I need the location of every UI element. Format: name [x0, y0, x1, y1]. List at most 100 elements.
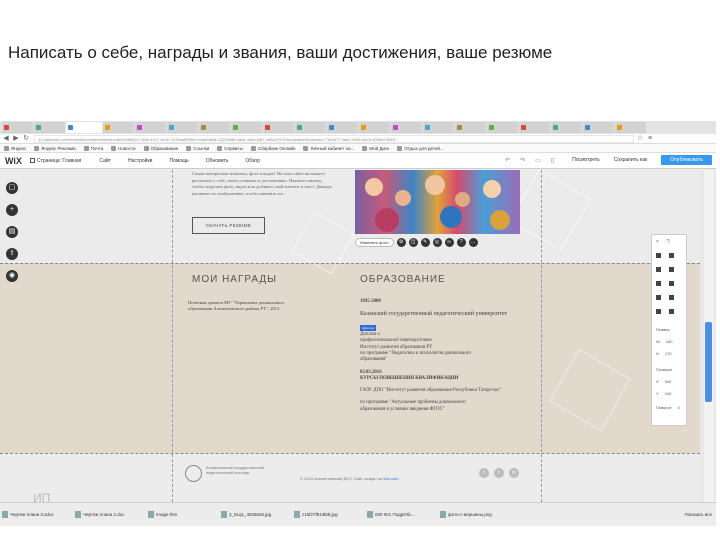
layer-icon[interactable]	[669, 253, 674, 258]
bookmark-item[interactable]: Образование	[143, 145, 178, 151]
wix-link[interactable]: Wix.com	[383, 476, 398, 481]
pages-icon[interactable]: ▢	[6, 182, 18, 194]
panel-field-value[interactable]: 440	[666, 339, 673, 344]
layer-icon[interactable]	[656, 253, 661, 258]
browser-tab[interactable]	[455, 122, 486, 133]
panel-field-value[interactable]: 240	[665, 391, 672, 396]
bookmark-item[interactable]: Личный кабинет на...	[303, 145, 354, 151]
back-icon[interactable]: ◀	[2, 135, 10, 143]
browser-tab[interactable]	[167, 122, 198, 133]
change-photo-button[interactable]: Изменить фото	[355, 238, 394, 247]
mobile-icon[interactable]: ▯	[551, 157, 554, 164]
animation-icon[interactable]: ◎	[432, 238, 442, 247]
browser-tab[interactable]	[519, 122, 550, 133]
panel-field[interactable]: Y 240	[656, 391, 671, 396]
redo-icon[interactable]: ↷	[520, 157, 525, 164]
match-size-icon[interactable]	[669, 309, 674, 314]
browser-tab[interactable]	[487, 122, 518, 133]
app-market-icon[interactable]: ◉	[6, 270, 18, 282]
panel-field[interactable]: H 170	[656, 351, 672, 356]
browser-tab[interactable]	[615, 122, 646, 133]
intro-text[interactable]: Самые интересные моменты, фото и видео! …	[192, 171, 332, 197]
wix-logo[interactable]: WiX	[5, 156, 22, 166]
download-item[interactable]: 3_51q1_4625626.jpg	[221, 511, 294, 518]
wix-menu-item[interactable]: Обзор	[245, 158, 259, 164]
distribute-icon[interactable]	[669, 295, 674, 300]
edit-icon[interactable]: ✎	[420, 238, 430, 247]
download-item[interactable]: Чертеж плана 2.doc	[75, 511, 148, 518]
browser-tab[interactable]	[66, 122, 102, 133]
browser-tab[interactable]	[103, 122, 134, 133]
show-all-downloads[interactable]: Показать все	[685, 512, 712, 517]
wix-menu-item[interactable]: Настройки	[128, 158, 153, 164]
add-icon[interactable]: +	[6, 204, 18, 216]
page-selector[interactable]: Страница: Главная	[29, 158, 81, 164]
bookmark-item[interactable]: Ссылки	[186, 145, 209, 151]
settings-icon[interactable]: ⚙	[396, 238, 406, 247]
match-size-icon[interactable]	[656, 309, 661, 314]
background-icon[interactable]: ▤	[6, 226, 18, 238]
publish-button[interactable]: Опубликовать	[661, 155, 712, 165]
education-heading[interactable]: ОБРАЗОВАНИЕ	[360, 274, 446, 285]
bookmark-item[interactable]: Почта	[83, 145, 103, 151]
bookmark-item[interactable]: Cервисы	[217, 145, 243, 151]
browser-tab[interactable]	[231, 122, 262, 133]
download-resume-button[interactable]: СКАЧАТЬ РЕЗЮМЕ	[192, 217, 265, 234]
download-item[interactable]: Чертеж плана 3.sdoc	[2, 511, 75, 518]
align-icon[interactable]	[656, 281, 661, 286]
download-item[interactable]: фото-с-вершины.png	[440, 511, 513, 518]
bookmark-item[interactable]: Яндекс	[4, 145, 26, 151]
help-icon[interactable]: ?	[667, 239, 670, 245]
preview-button[interactable]: Посмотреть	[572, 157, 600, 163]
browser-tab[interactable]	[391, 122, 422, 133]
desktop-icon[interactable]: ▭	[535, 157, 541, 164]
align-icon[interactable]	[669, 281, 674, 286]
browser-tab[interactable]	[583, 122, 614, 133]
browser-tab[interactable]	[359, 122, 390, 133]
browser-tab[interactable]	[34, 122, 65, 133]
menu-icon[interactable]: ≡	[646, 135, 654, 143]
wix-menu-item[interactable]: Помощь	[169, 158, 188, 164]
upload-icon[interactable]: ⇪	[6, 248, 18, 260]
scroll-thumb[interactable]	[705, 322, 712, 402]
link-icon[interactable]: ∞	[444, 238, 454, 247]
browser-tab[interactable]	[2, 122, 33, 133]
bookmark-item[interactable]: Мой Диск	[362, 145, 389, 151]
linkedin-icon[interactable]: in	[509, 468, 519, 478]
browser-tab[interactable]	[263, 122, 294, 133]
browser-tab[interactable]	[199, 122, 230, 133]
undo-icon[interactable]: ↶	[505, 157, 510, 164]
more-icon[interactable]: …	[468, 238, 478, 247]
bookmark-item[interactable]: Новости	[111, 145, 136, 151]
panel-field-value[interactable]: 0	[678, 405, 680, 410]
download-item[interactable]: Image.htm	[148, 511, 221, 518]
browser-tab[interactable]	[135, 122, 166, 133]
wix-menu-item[interactable]: Обновить	[206, 158, 229, 164]
bookmark-item[interactable]: Яндекс Реклама	[34, 145, 76, 151]
browser-tab[interactable]	[327, 122, 358, 133]
save-button[interactable]: Сохранить как	[614, 157, 648, 163]
close-icon[interactable]: ×	[656, 239, 659, 245]
download-item[interactable]: 000 001 ПодрОбс...	[367, 511, 440, 518]
browser-tab[interactable]	[551, 122, 582, 133]
education-block[interactable]: 1995-2000 Казанский государственный педа…	[360, 299, 520, 413]
align-icon[interactable]	[656, 267, 661, 272]
url-field[interactable]: 12.editorwix.com/html/editor/web/rendere…	[34, 134, 634, 143]
panel-field-value[interactable]: 540	[665, 379, 672, 384]
crop-icon[interactable]: ◫	[408, 238, 418, 247]
browser-tab[interactable]	[423, 122, 454, 133]
download-item[interactable]: z15f27f91i858.jpg	[294, 511, 367, 518]
children-photo[interactable]	[355, 170, 520, 234]
panel-field[interactable]: W 440	[656, 339, 672, 344]
wix-menu-item[interactable]: Сайт	[99, 158, 111, 164]
twitter-icon[interactable]: t	[494, 468, 504, 478]
align-icon[interactable]	[669, 267, 674, 272]
facebook-icon[interactable]: f	[479, 468, 489, 478]
bookmark-item[interactable]: Отдых для детей...	[397, 145, 444, 151]
panel-field[interactable]: Поворот 0	[656, 405, 680, 410]
reload-icon[interactable]: ↻	[22, 135, 30, 143]
browser-tab[interactable]	[295, 122, 326, 133]
forward-icon[interactable]: ▶	[12, 135, 20, 143]
awards-heading[interactable]: МОИ НАГРАДЫ	[192, 274, 277, 285]
star-icon[interactable]: ☆	[636, 135, 644, 143]
